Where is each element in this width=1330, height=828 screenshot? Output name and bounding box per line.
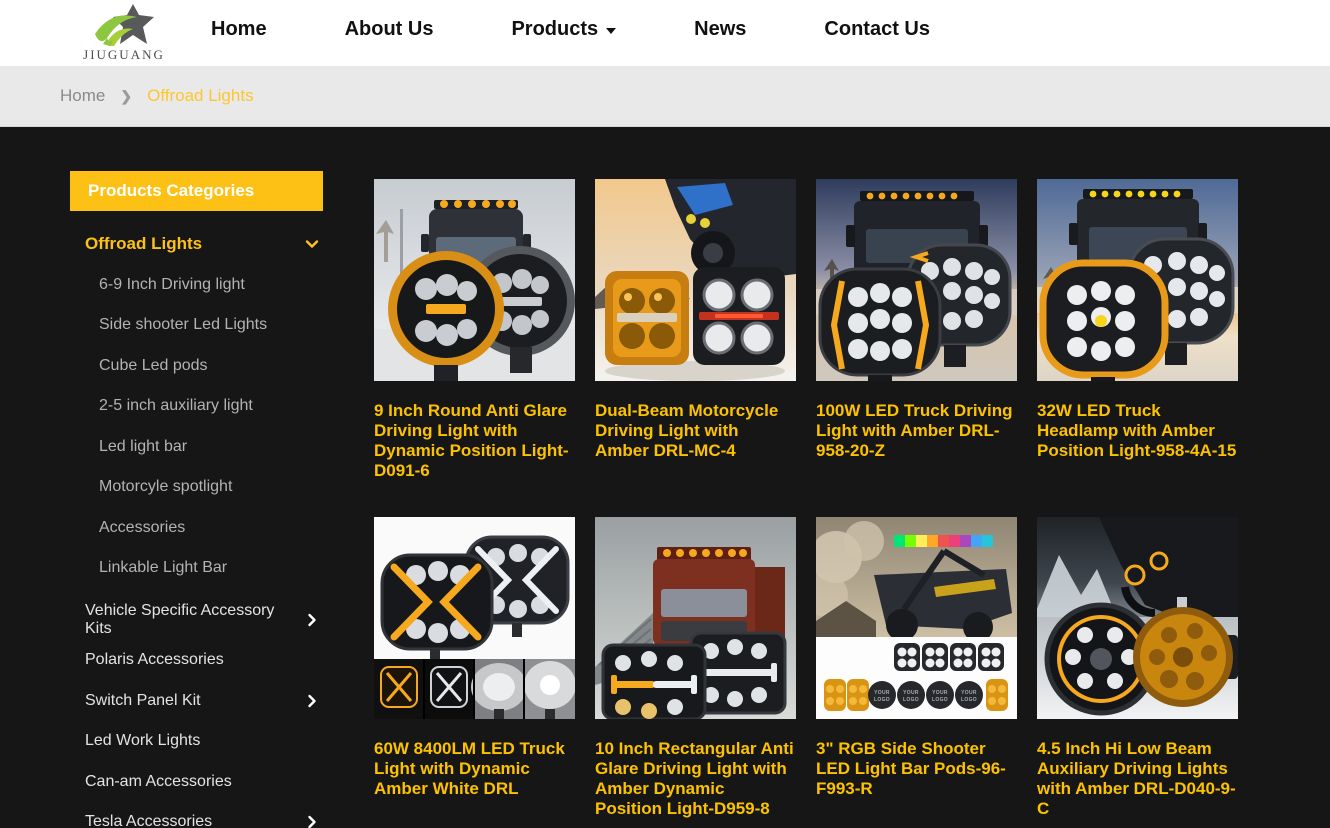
product-card: 100W LED Truck Driving Light with Amber … <box>816 179 1017 517</box>
sidebar-item-led-light-bar[interactable]: Led light bar <box>70 427 323 468</box>
top-nav: JIUGUANG Home About Us Products News Con… <box>0 0 1330 66</box>
product-thumbnail-8[interactable] <box>1037 517 1238 719</box>
svg-text:LOGO: LOGO <box>903 697 919 703</box>
product-thumbnail-2[interactable] <box>595 179 796 381</box>
svg-text:LOGO: LOGO <box>932 697 948 703</box>
dropdown-caret-icon <box>606 28 616 34</box>
product-thumbnail-3[interactable] <box>816 179 1017 381</box>
sidebar-item-motorcyle-spotlight[interactable]: Motorcyle spotlight <box>70 467 323 508</box>
svg-text:YOUR: YOUR <box>932 690 948 696</box>
breadcrumb-home-link[interactable]: Home <box>60 86 105 106</box>
sidebar-item-linkable-light-bar[interactable]: Linkable Light Bar <box>70 548 323 589</box>
product-title[interactable]: 32W LED Truck Headlamp with Amber Positi… <box>1037 401 1238 517</box>
product-card: Dual-Beam Motorcycle Driving Light with … <box>595 179 796 517</box>
products-categories-sidebar: Products Categories Offroad Lights 6-9 I… <box>70 171 323 828</box>
chevron-right-icon <box>305 815 319 828</box>
truck-light-x-drl-image <box>374 517 575 719</box>
truck-headlamp-image <box>1037 179 1238 381</box>
round-driving-light-image <box>374 179 575 381</box>
main-nav: Home About Us Products News Contact Us <box>211 18 930 41</box>
auxiliary-driving-lights-image <box>1037 517 1238 719</box>
product-card: 10 Inch Rectangular Anti Glare Driving L… <box>595 517 796 828</box>
nav-home[interactable]: Home <box>211 18 267 41</box>
product-title[interactable]: 10 Inch Rectangular Anti Glare Driving L… <box>595 739 796 828</box>
product-title[interactable]: 4.5 Inch Hi Low Beam Auxiliary Driving L… <box>1037 739 1238 828</box>
product-thumbnail-7[interactable]: YOUR LOGO YOUR LOGO YOUR LOGO YOUR LOGO <box>816 517 1017 719</box>
product-card: YOUR LOGO YOUR LOGO YOUR LOGO YOUR LOGO <box>816 517 1017 828</box>
product-thumbnail-1[interactable] <box>374 179 575 381</box>
product-title[interactable]: Dual-Beam Motorcycle Driving Light with … <box>595 401 796 517</box>
motorcycle-pods-image <box>595 179 796 381</box>
product-card: 60W 8400LM LED Truck Light with Dynamic … <box>374 517 575 828</box>
category-list: Offroad Lights 6-9 Inch Driving light Si… <box>70 211 323 828</box>
product-thumbnail-6[interactable] <box>595 517 796 719</box>
product-grid: 9 Inch Round Anti Glare Driving Light wi… <box>374 179 1238 828</box>
rectangular-driving-light-image <box>595 517 796 719</box>
product-thumbnail-5[interactable] <box>374 517 575 719</box>
sidebar-item-offroad-lights[interactable]: Offroad Lights <box>70 224 323 265</box>
sidebar-item-vehicle-specific-accessory-kits[interactable]: Vehicle Specific Accessory Kits <box>70 600 323 641</box>
product-card: 32W LED Truck Headlamp with Amber Positi… <box>1037 179 1238 517</box>
sidebar-item-led-work-lights[interactable]: Led Work Lights <box>70 721 323 762</box>
product-card: 4.5 Inch Hi Low Beam Auxiliary Driving L… <box>1037 517 1238 828</box>
sidebar-item-cube-led-pods[interactable]: Cube Led pods <box>70 346 323 387</box>
sidebar-item-can-am-accessories[interactable]: Can-am Accessories <box>70 762 323 803</box>
sidebar-item-accessories[interactable]: Accessories <box>70 508 323 549</box>
sidebar-item-tesla-accessories[interactable]: Tesla Accessories <box>70 802 323 828</box>
logo[interactable]: JIUGUANG <box>58 4 190 63</box>
product-title[interactable]: 100W LED Truck Driving Light with Amber … <box>816 401 1017 517</box>
breadcrumb-chevron-icon: ❯ <box>120 88 132 105</box>
sidebar-item-6-9-inch-driving-light[interactable]: 6-9 Inch Driving light <box>70 265 323 306</box>
logo-icon <box>91 4 157 46</box>
svg-text:YOUR: YOUR <box>903 690 919 696</box>
chevron-right-icon <box>305 613 319 627</box>
breadcrumb-current: Offroad Lights <box>147 86 253 106</box>
product-thumbnail-4[interactable] <box>1037 179 1238 381</box>
sidebar-item-switch-panel-kit[interactable]: Switch Panel Kit <box>70 681 323 722</box>
product-title[interactable]: 60W 8400LM LED Truck Light with Dynamic … <box>374 739 575 828</box>
rgb-light-bar-pods-image: YOUR LOGO YOUR LOGO YOUR LOGO YOUR LOGO <box>816 517 1017 719</box>
sidebar-item-2-5-inch-auxiliary-light[interactable]: 2-5 inch auxiliary light <box>70 386 323 427</box>
nav-contact-us[interactable]: Contact Us <box>824 18 930 41</box>
chevron-down-icon <box>305 237 319 251</box>
svg-text:LOGO: LOGO <box>961 697 977 703</box>
sidebar-item-polaris-accessories[interactable]: Polaris Accessories <box>70 640 323 681</box>
product-card: 9 Inch Round Anti Glare Driving Light wi… <box>374 179 575 517</box>
nav-news[interactable]: News <box>694 18 746 41</box>
nav-products[interactable]: Products <box>511 18 616 41</box>
breadcrumb: Home ❯ Offroad Lights <box>0 66 1330 127</box>
product-title[interactable]: 9 Inch Round Anti Glare Driving Light wi… <box>374 401 575 517</box>
product-title[interactable]: 3" RGB Side Shooter LED Light Bar Pods-9… <box>816 739 1017 828</box>
svg-text:YOUR: YOUR <box>874 690 890 696</box>
svg-text:YOUR: YOUR <box>961 690 977 696</box>
sidebar-title: Products Categories <box>70 171 323 211</box>
svg-text:LOGO: LOGO <box>874 697 890 703</box>
chevron-right-icon <box>305 694 319 708</box>
sidebar-item-side-shooter-led-lights[interactable]: Side shooter Led Lights <box>70 305 323 346</box>
nav-about-us[interactable]: About Us <box>345 18 434 41</box>
logo-text: JIUGUANG <box>83 47 165 63</box>
truck-driving-light-image <box>816 179 1017 381</box>
main-content: Products Categories Offroad Lights 6-9 I… <box>0 127 1330 828</box>
